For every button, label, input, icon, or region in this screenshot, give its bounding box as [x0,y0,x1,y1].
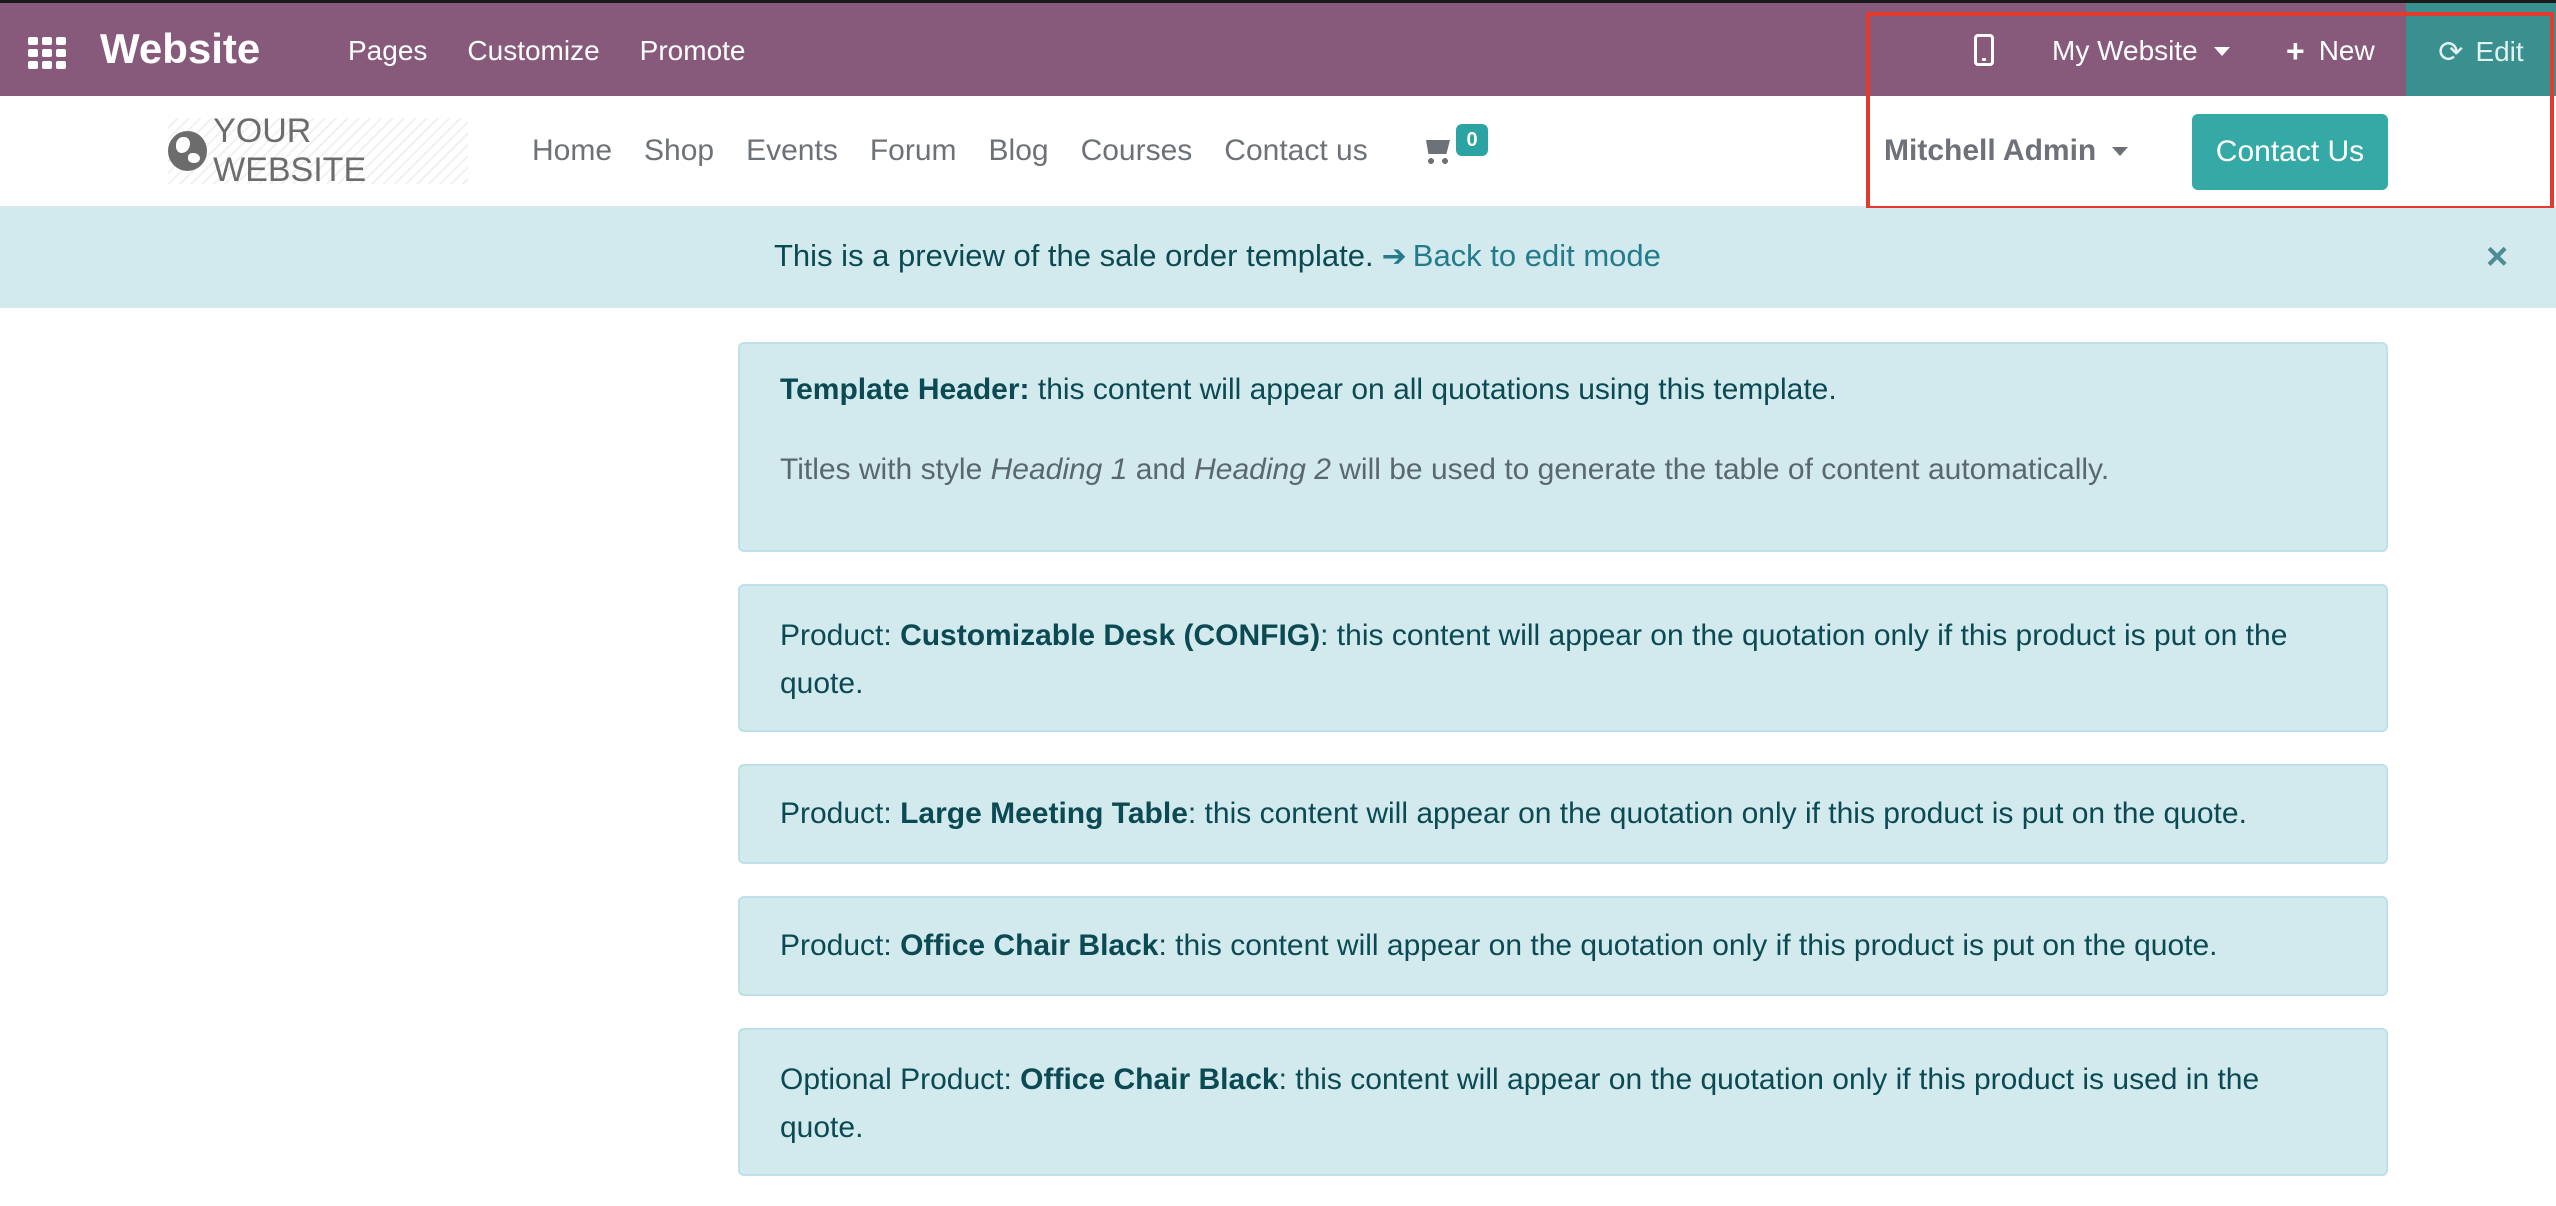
optional-product-card: Optional Product: Office Chair Black: th… [738,1028,2388,1176]
user-name: Mitchell Admin [1884,134,2097,167]
product-prefix: Optional Product: [780,1063,1021,1096]
globe-icon [168,131,208,171]
product-prefix: Product: [780,929,901,962]
product-name: Customizable Desk (CONFIG) [900,619,1321,652]
edit-button[interactable]: ⟳ Edit [2406,3,2556,101]
template-header-line: Template Header: this content will appea… [780,366,1837,414]
new-button[interactable]: + New [2286,35,2375,67]
nav-blog[interactable]: Blog [989,134,1049,168]
template-header-card: Template Header: this content will appea… [738,342,2388,552]
user-menu-dropdown[interactable]: Mitchell Admin [1884,134,2129,168]
product-name: Large Meeting Table [900,797,1188,830]
nav-events[interactable]: Events [746,134,838,168]
admin-menu: Pages Customize Promote [348,35,746,67]
refresh-icon: ⟳ [2438,35,2464,69]
nav-courses[interactable]: Courses [1081,134,1193,168]
cart-count-badge: 0 [1456,124,1488,156]
heading-note-a: Titles with style [780,453,991,486]
website-logo[interactable]: YOUR WEBSITE [168,112,468,189]
website-selector-label: My Website [2052,35,2198,66]
caret-down-icon [2112,146,2129,156]
back-to-edit-link[interactable]: ➔ Back to edit mode [1382,238,1661,274]
product-prefix: Product: [780,619,901,652]
menu-customize[interactable]: Customize [467,35,599,67]
nav-contact-us[interactable]: Contact us [1224,134,1367,168]
template-header-label: Template Header: [780,373,1030,406]
heading-note-line: Titles with style Heading 1 and Heading … [780,446,2109,494]
back-to-edit-label: Back to edit mode [1412,238,1661,273]
nav-home[interactable]: Home [532,134,612,168]
product-card: Product: Large Meeting Table: this conte… [738,764,2388,864]
heading-1-text: Heading 1 [990,453,1128,486]
nav-forum[interactable]: Forum [870,134,957,168]
heading-note-c: will be used to generate the table of co… [1330,453,2110,486]
admin-navbar: Website Pages Customize Promote My Websi… [0,0,2556,101]
heading-2-text: Heading 2 [1194,453,1331,486]
heading-note-b: and [1127,453,1195,486]
template-header-text: this content will appear on all quotatio… [1029,373,1837,406]
plus-icon: + [2286,33,2305,69]
product-text: : this content will appear on the quotat… [1158,929,2218,962]
cart-link[interactable]: 0 [1420,124,1488,169]
website-selector-dropdown[interactable]: My Website [2052,35,2230,67]
preview-message: This is a preview of the sale order temp… [774,238,1661,274]
arrow-right-icon: ➔ [1381,239,1407,273]
nav-shop[interactable]: Shop [644,134,714,168]
caret-down-icon [2213,46,2230,56]
product-card: Product: Office Chair Black: this conten… [738,896,2388,996]
app-title: Website [100,25,261,72]
preview-text: This is a preview of the sale order temp… [774,238,1374,273]
product-card: Product: Customizable Desk (CONFIG): thi… [738,584,2388,732]
contact-us-button[interactable]: Contact Us [2192,114,2388,190]
preview-banner: This is a preview of the sale order temp… [0,208,2556,308]
close-icon[interactable]: × [2486,236,2508,279]
logo-text: YOUR WEBSITE [213,112,367,189]
website-header: YOUR WEBSITE Home Shop Events Forum Blog… [0,96,2556,208]
apps-grid-icon[interactable] [28,37,66,69]
menu-pages[interactable]: Pages [348,35,427,67]
new-button-label: New [2318,35,2375,66]
website-menu: Home Shop Events Forum Blog Courses Cont… [532,134,1368,168]
edit-button-label: Edit [2475,36,2524,67]
product-text: : this content will appear on the quotat… [1187,797,2247,830]
product-name: Office Chair Black [1020,1063,1279,1096]
menu-promote[interactable]: Promote [640,35,746,67]
shopping-cart-icon [1420,134,1452,164]
mobile-preview-icon[interactable] [1974,34,1994,66]
product-prefix: Product: [780,797,901,830]
product-name: Office Chair Black [900,929,1159,962]
